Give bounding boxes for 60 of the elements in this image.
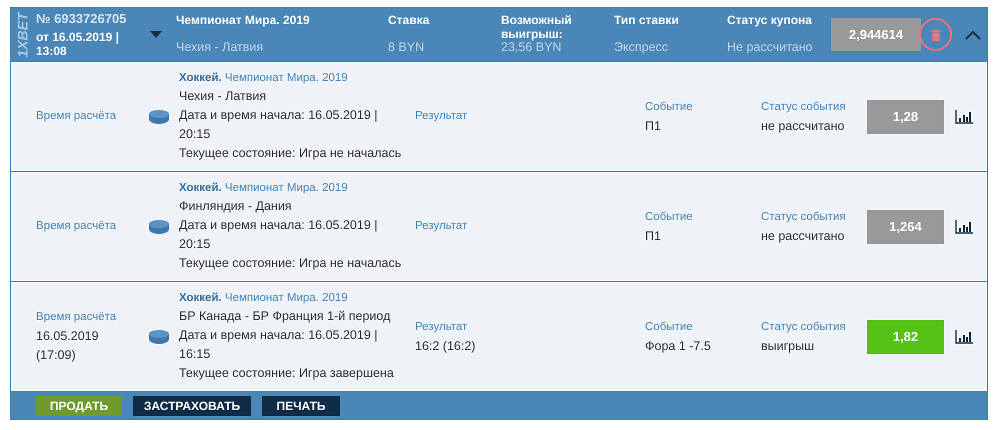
match-name: Финляндия - Дания — [179, 198, 293, 215]
match-name: Чехия - Латвия — [176, 40, 264, 54]
stake-value: 8 BYN — [388, 40, 426, 54]
puck-icon — [149, 220, 169, 234]
event-value: Фора 1 -7.5 — [645, 338, 712, 355]
field-label: Время расчёта — [36, 219, 118, 234]
start-time: Дата и время начала: 16.05.2019 | 20:15 — [179, 107, 379, 143]
field-label: Результат — [415, 320, 468, 334]
win-value: 23,56 BYN — [501, 40, 562, 54]
league-line: Хоккей. Чемпионат Мира. 2019 — [179, 291, 349, 306]
coupon-date: от 16.05.2019 | 13:08 — [36, 30, 120, 58]
game-state: Текущее состояние: Игра не началась — [179, 145, 402, 162]
event-value: П1 — [645, 228, 662, 244]
field-label: Событие — [645, 210, 694, 224]
field-label: Время расчёта — [36, 310, 118, 325]
puck-icon — [149, 110, 169, 124]
bet-type-value: Экспресс — [614, 40, 670, 54]
action-button[interactable]: ПЕЧАТЬ — [262, 396, 340, 416]
result-value: 16:2 (16:2) — [415, 338, 476, 355]
bar-chart-icon[interactable] — [955, 330, 973, 344]
field-label: Событие — [645, 100, 694, 114]
field-label: Статус купона — [727, 13, 813, 29]
game-state: Текущее состояние: Игра не началась — [179, 255, 402, 272]
field-label: Возможный выигрыш: — [501, 13, 573, 40]
championship-name: Чемпионат Мира. 2019 — [176, 13, 311, 29]
caret-icon[interactable] — [150, 31, 162, 38]
logo: 1XBET — [15, 12, 31, 58]
event-status: не рассчитано — [761, 228, 846, 245]
coupon-status-value: Не рассчитано — [727, 40, 814, 54]
field-label: Время расчёта — [36, 109, 118, 124]
field-label: Статус события — [761, 100, 847, 114]
league-line: Хоккей. Чемпионат Мира. 2019 — [179, 71, 349, 86]
bar-chart-icon[interactable] — [955, 110, 973, 124]
league-line: Хоккей. Чемпионат Мира. 2019 — [179, 181, 349, 196]
event-value: П1 — [645, 118, 662, 134]
game-state: Текущее состояние: Игра завершена — [179, 365, 395, 382]
odds-value: 1,82 — [867, 320, 944, 354]
bar-chart-icon[interactable] — [955, 220, 973, 234]
field-label: Тип ставки — [614, 13, 680, 29]
total-odds: 2,944614 — [831, 18, 921, 51]
coupon-number: № 6933726705 — [36, 11, 128, 26]
event-status: выигрыш — [761, 338, 816, 355]
trash-icon — [930, 28, 940, 40]
puck-icon — [149, 330, 169, 344]
field-label: Результат — [415, 219, 468, 234]
field-label: Ставка — [388, 13, 430, 29]
start-time: Дата и время начала: 16.05.2019 | 16:15 — [179, 327, 379, 363]
match-name: БР Канада - БР Франция 1-й период — [179, 308, 392, 325]
match-name: Чехия - Латвия — [179, 88, 268, 105]
field-label: Событие — [645, 320, 694, 334]
chevron-up-icon[interactable] — [965, 30, 981, 40]
field-label: Результат — [415, 109, 468, 124]
field-label: Статус события — [761, 210, 847, 224]
action-button[interactable]: ЗАСТРАХОВАТЬ — [133, 396, 251, 416]
odds-value: 1,264 — [867, 210, 944, 244]
start-time: Дата и время начала: 16.05.2019 | 20:15 — [179, 217, 379, 253]
odds-value: 1,28 — [867, 100, 944, 134]
event-status: не рассчитано — [761, 118, 846, 135]
field-label: Статус события — [761, 320, 847, 334]
settle-time: 16.05.2019 (17:09) — [36, 328, 100, 364]
